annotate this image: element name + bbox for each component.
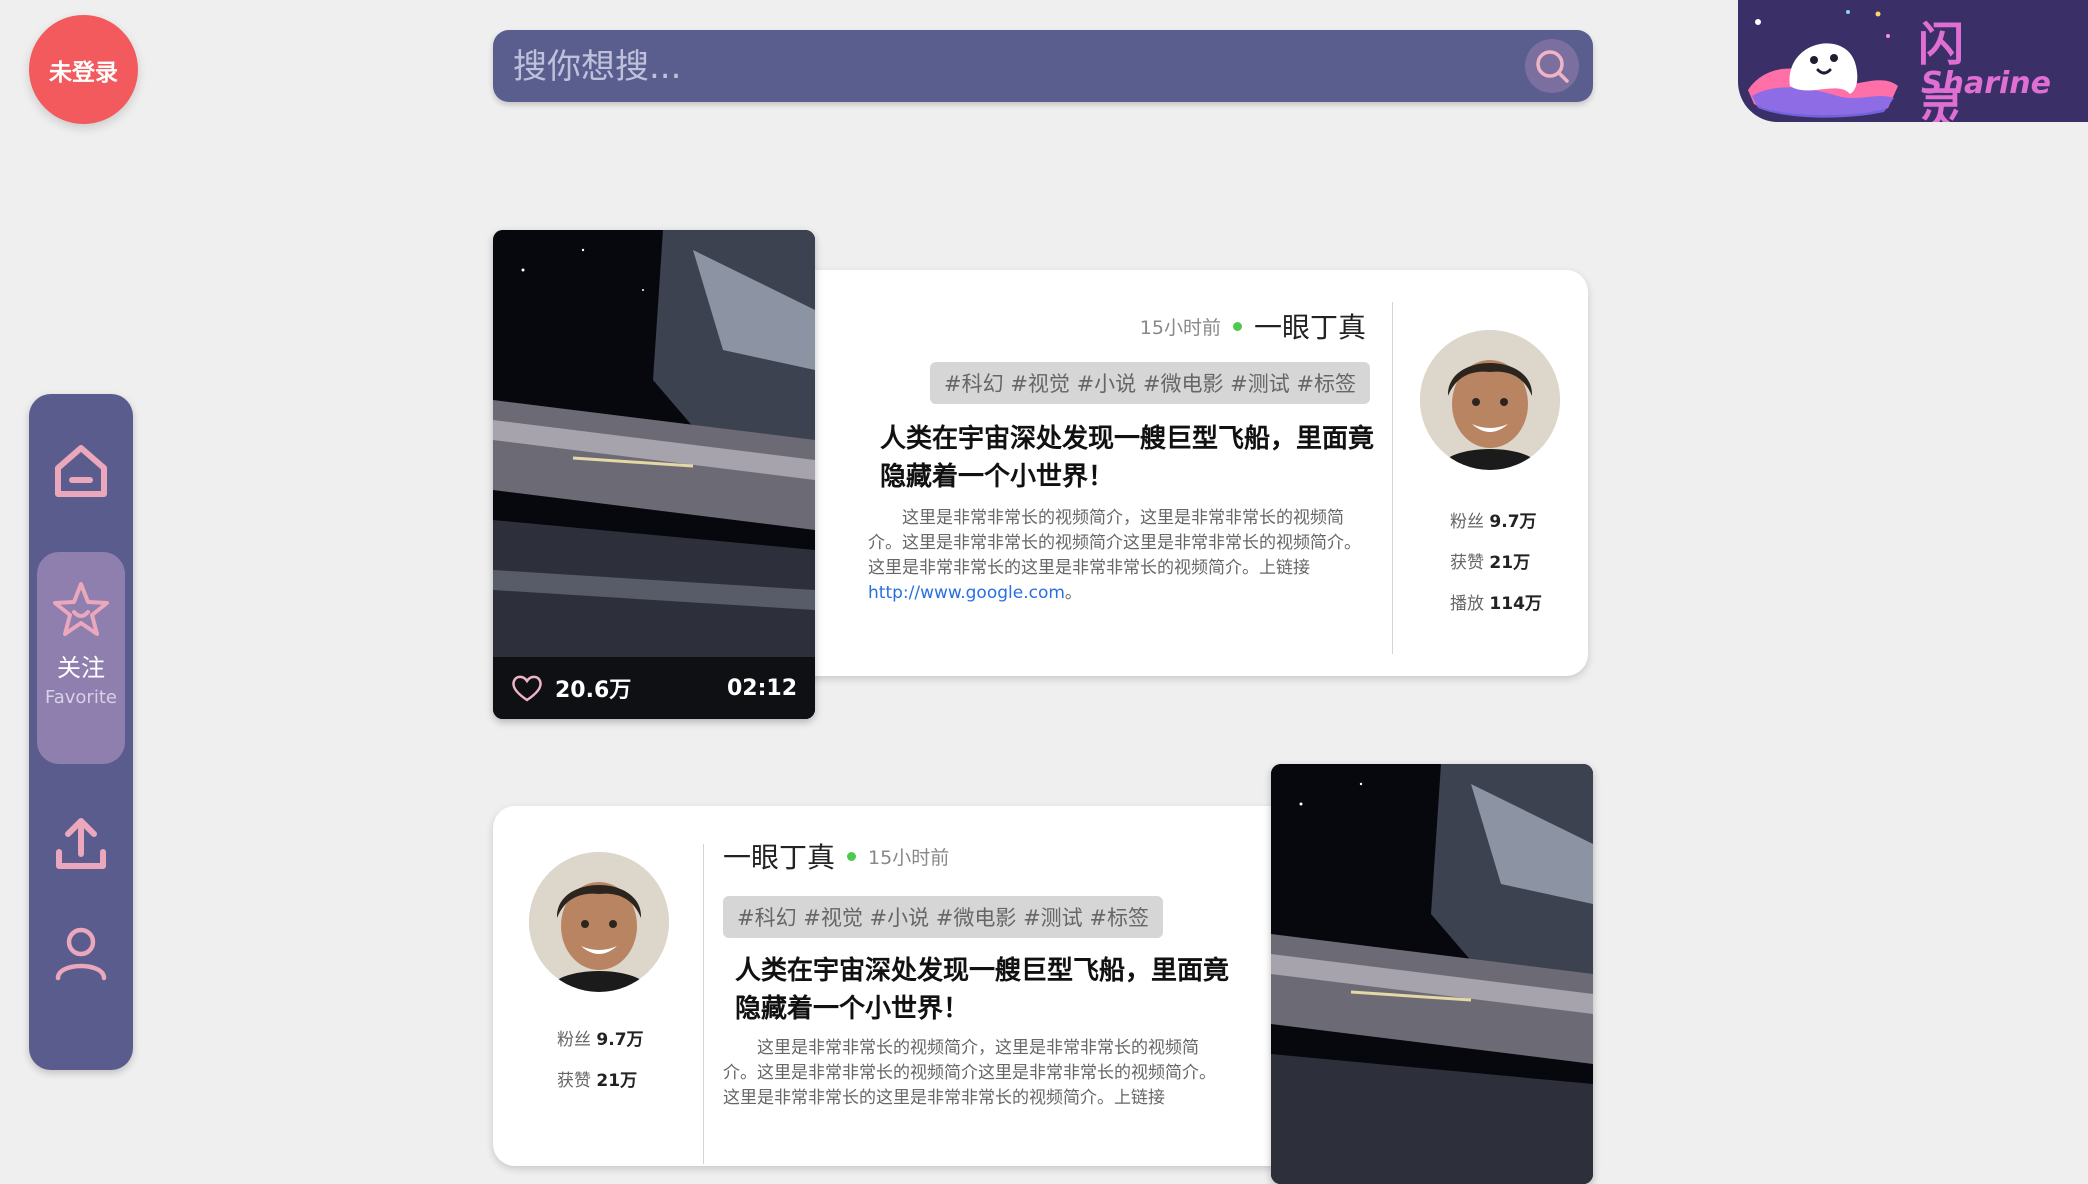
- avatar-face-icon: [1420, 330, 1560, 470]
- avatar[interactable]: [1420, 330, 1560, 470]
- author-name[interactable]: 一眼丁真: [1254, 306, 1366, 346]
- video-card[interactable]: 15小时前 一眼丁真 #科幻 #视觉 #小说 #微电影 #测试 #标签 人类在宇…: [770, 270, 1588, 676]
- spaceship-image: [1271, 764, 1593, 1184]
- home-icon: [55, 445, 107, 497]
- author-name[interactable]: 一眼丁真: [723, 836, 835, 876]
- ghost-mascot-icon: [1748, 10, 1898, 118]
- fans-value: 9.7万: [596, 1030, 644, 1050]
- post-time: 15小时前: [868, 846, 950, 869]
- fans-value: 9.7万: [1489, 512, 1537, 532]
- video-thumbnail[interactable]: [1271, 764, 1593, 1184]
- avatar-face-icon: [529, 852, 669, 992]
- fans-stat: 粉丝 9.7万: [557, 1020, 644, 1061]
- divider: [703, 844, 704, 1164]
- search-icon: [1536, 50, 1569, 83]
- tag-list[interactable]: #科幻 #视觉 #小说 #微电影 #测试 #标签: [930, 362, 1370, 404]
- search-bar: [493, 30, 1593, 102]
- likes-stat: 获赞 21万: [1450, 543, 1542, 584]
- description-end: 。: [1064, 583, 1082, 603]
- sidebar-item-profile[interactable]: [29, 924, 133, 982]
- tag-list[interactable]: #科幻 #视觉 #小说 #微电影 #测试 #标签: [723, 896, 1163, 938]
- divider: [1392, 302, 1393, 654]
- logo-subtitle: Sharine: [1921, 66, 2051, 101]
- sidebar-nav: 关注 Favorite: [29, 394, 133, 1070]
- avatar[interactable]: [529, 852, 669, 992]
- sidebar-item-upload[interactable]: [29, 814, 133, 874]
- fans-label: 粉丝: [1450, 512, 1484, 532]
- search-button[interactable]: [1525, 39, 1579, 93]
- plays-label: 播放: [1450, 594, 1484, 614]
- heart-icon: [512, 675, 542, 702]
- online-dot: [847, 851, 857, 861]
- likes-value: 21万: [1489, 553, 1531, 573]
- video-title[interactable]: 人类在宇宙深处发现一艘巨型飞船，里面竟隐藏着一个小世界！: [880, 420, 1380, 496]
- author-stats: 粉丝 9.7万 获赞 21万: [557, 1020, 644, 1102]
- app-logo[interactable]: 闪 灵 Sharine: [1738, 0, 2088, 122]
- likes-label: 获赞: [557, 1071, 591, 1091]
- fans-label: 粉丝: [557, 1030, 591, 1050]
- likes-display[interactable]: 20.6万: [511, 672, 631, 704]
- user-icon: [55, 927, 107, 981]
- upload-icon: [56, 818, 106, 869]
- plays-value: 114万: [1489, 594, 1542, 614]
- likes-label: 获赞: [1450, 553, 1484, 573]
- video-duration: 02:12: [726, 675, 797, 701]
- login-button[interactable]: 未登录: [29, 15, 138, 124]
- description-text: 这里是非常非常长的视频简介，这里是非常非常长的视频简介。这里是非常非常长的视频简…: [723, 1038, 1216, 1108]
- sidebar-item-favorite[interactable]: 关注 Favorite: [37, 552, 125, 764]
- sidebar-item-label: 关注: [57, 654, 105, 682]
- fans-stat: 粉丝 9.7万: [1450, 502, 1542, 543]
- likes-count: 20.6万: [555, 678, 632, 703]
- video-title[interactable]: 人类在宇宙深处发现一艘巨型飞船，里面竟隐藏着一个小世界！: [735, 952, 1235, 1028]
- video-thumbnail[interactable]: 20.6万 02:12: [493, 230, 815, 719]
- video-card[interactable]: 粉丝 9.7万 获赞 21万 一眼丁真 15小时前 #科幻 #视觉 #小说 #微…: [493, 806, 1311, 1166]
- plays-stat: 播放 114万: [1450, 584, 1542, 625]
- sidebar-item-home[interactable]: [29, 440, 133, 502]
- author-stats: 粉丝 9.7万 获赞 21万 播放 114万: [1450, 502, 1542, 625]
- sidebar-item-sublabel: Favorite: [45, 687, 117, 708]
- logo-title: 闪 灵: [1918, 17, 1990, 122]
- spaceship-image: [493, 230, 815, 719]
- video-description: 这里是非常非常长的视频简介，这里是非常非常长的视频简介。这里是非常非常长的视频简…: [723, 1036, 1223, 1111]
- video-description: 这里是非常非常长的视频简介，这里是非常非常长的视频简介。这里是非常非常长的视频简…: [868, 506, 1368, 606]
- thumbnail-info-bar: 20.6万 02:12: [493, 657, 815, 719]
- search-input[interactable]: [511, 40, 1475, 94]
- star-icon: [53, 582, 109, 636]
- likes-value: 21万: [596, 1071, 638, 1091]
- post-time: 15小时前: [1139, 316, 1221, 339]
- likes-stat: 获赞 21万: [557, 1061, 644, 1102]
- online-dot: [1232, 321, 1242, 331]
- description-link[interactable]: http://www.google.com: [868, 583, 1065, 603]
- description-text: 这里是非常非常长的视频简介，这里是非常非常长的视频简介。这里是非常非常长的视频简…: [868, 508, 1361, 578]
